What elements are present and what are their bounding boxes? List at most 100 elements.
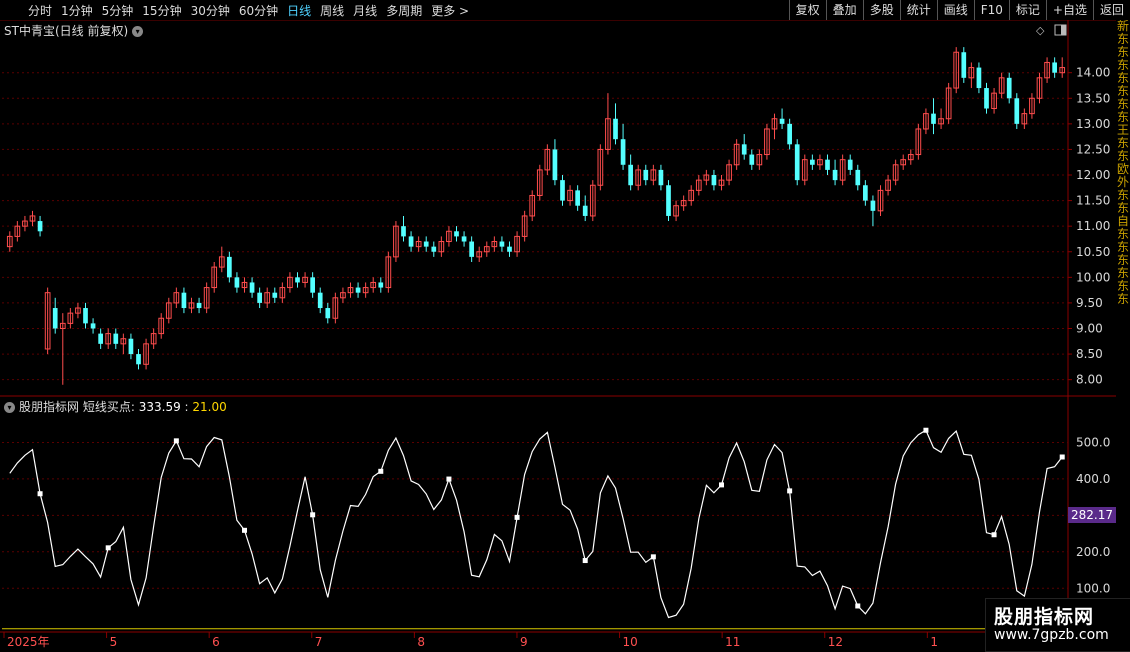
- candle-body: [976, 67, 982, 89]
- buy-point-marker: [310, 512, 316, 518]
- candle-body: [863, 185, 868, 201]
- indicator-tick-label: 100.0: [1076, 581, 1110, 595]
- candle-body: [749, 154, 755, 165]
- candle-body: [128, 338, 134, 355]
- buy-point-marker: [242, 527, 247, 533]
- watermark-url: www.7gpzb.com: [994, 627, 1109, 643]
- candle-body: [855, 169, 861, 186]
- candle-body: [196, 302, 202, 309]
- period-tab[interactable]: 更多 >: [431, 2, 469, 19]
- candle-body: [83, 308, 88, 324]
- stock-title: ST中青宝(日线 前复权): [4, 24, 129, 38]
- price-tick-label: 10.00: [1076, 270, 1110, 284]
- top-toolbar: 分时 1分钟 5分钟 15分钟 30分钟 60分钟 日线 周线 月线 多周期 更多 > 复权 叠加 多股…: [0, 0, 1130, 21]
- candle-body: [984, 88, 989, 109]
- candle-body: [113, 333, 119, 344]
- current-value-badge: 282.17: [1068, 507, 1116, 523]
- price-tick-label: 11.50: [1076, 194, 1110, 208]
- period-tab[interactable]: 多周期: [386, 2, 422, 19]
- date-label: 9: [520, 635, 528, 649]
- chevron-down-icon[interactable]: ▾: [4, 402, 15, 413]
- buy-point-marker: [582, 558, 588, 564]
- period-tab[interactable]: 1分钟: [61, 2, 93, 19]
- price-tick-label: 13.50: [1076, 91, 1110, 105]
- candle-body: [136, 354, 141, 365]
- buy-point-marker: [991, 532, 997, 538]
- indicator-name: 短线买点:: [82, 400, 135, 414]
- toolbar-button[interactable]: +自选: [1045, 0, 1093, 20]
- toolbar-button[interactable]: 叠加: [825, 0, 863, 20]
- candle-body: [317, 292, 323, 309]
- candle-body: [560, 180, 565, 201]
- candle-body: [461, 236, 467, 242]
- kline-chart[interactable]: 14.00 13.50 13.00 12.50 12.00 11.50 11.00 10.50…: [0, 20, 1130, 650]
- period-tab[interactable]: 日线: [287, 2, 311, 19]
- buy-point-marker: [446, 476, 452, 482]
- period-tab[interactable]: 30分钟: [191, 2, 230, 19]
- date-label: 8: [417, 635, 425, 649]
- period-tab[interactable]: 5分钟: [102, 2, 134, 19]
- indicator-value1: 333.59: [138, 400, 181, 414]
- period-tabs: 分时 1分钟 5分钟 15分钟 30分钟 60分钟 日线 周线 月线 多周期 更多 >: [28, 2, 469, 19]
- candle-body: [794, 144, 800, 181]
- chevron-down-icon[interactable]: ▾: [132, 26, 144, 37]
- period-tab[interactable]: 60分钟: [239, 2, 278, 19]
- candle-body: [961, 52, 967, 78]
- price-tick-label: 9.00: [1076, 321, 1103, 335]
- candle-body: [310, 277, 315, 293]
- indicator-tick-label: 400.0: [1076, 472, 1110, 486]
- period-tab[interactable]: 月线: [353, 2, 377, 19]
- buy-point-marker: [855, 603, 861, 609]
- candle-body: [666, 185, 671, 216]
- buy-point-marker: [923, 427, 929, 433]
- watermark-title: 股朋指标网: [994, 606, 1095, 628]
- layout-toggle-icon-fill: [1061, 25, 1066, 35]
- candle-body: [295, 277, 300, 283]
- candle-body: [90, 323, 96, 329]
- candle-body: [37, 221, 43, 232]
- toolbar-button[interactable]: 标记: [1008, 0, 1046, 20]
- candle-body: [779, 118, 785, 124]
- candle-body: [658, 169, 664, 186]
- toolbar-button[interactable]: 复权: [788, 0, 826, 20]
- period-tab[interactable]: 分时: [28, 2, 52, 19]
- price-tick-label: 8.00: [1076, 373, 1103, 387]
- period-tab[interactable]: 周线: [320, 2, 344, 19]
- toolbar-button[interactable]: F10: [973, 0, 1009, 20]
- candle-body: [870, 200, 876, 211]
- toolbar-button[interactable]: 返回: [1092, 0, 1130, 20]
- candle-body: [1052, 62, 1057, 73]
- buy-point-marker: [173, 438, 179, 444]
- date-label: 11: [725, 635, 740, 649]
- candle-body: [499, 241, 505, 247]
- price-tick-label: 11.00: [1076, 219, 1110, 233]
- indicator-source: 股朋指标网: [19, 400, 80, 414]
- candle-body: [825, 159, 830, 170]
- date-label: 6: [212, 635, 220, 649]
- candle-body: [847, 159, 853, 170]
- right-panel-edge: 新东东东东东东东王东东欧外东东自东东东东东东: [1116, 20, 1130, 650]
- period-tab[interactable]: 15分钟: [142, 2, 181, 19]
- candle-body: [575, 190, 580, 206]
- date-label: 10: [623, 635, 638, 649]
- diamond-icon[interactable]: ◇: [1036, 24, 1045, 37]
- candle-body: [613, 118, 618, 140]
- candle-body: [628, 164, 633, 186]
- candle-body: [181, 292, 187, 309]
- buy-point-marker: [1059, 454, 1065, 460]
- candle-body: [98, 333, 103, 344]
- toolbar-button[interactable]: 多股: [862, 0, 900, 20]
- candle-body: [810, 159, 815, 165]
- price-tick-label: 8.50: [1076, 347, 1103, 361]
- date-label: 1: [930, 635, 938, 649]
- candle-body: [643, 169, 649, 181]
- candle-body: [325, 308, 331, 319]
- buy-point-marker: [37, 491, 43, 497]
- indicator-title: ▾ 股朋指标网 短线买点: 333.59 : 21.00: [4, 398, 227, 415]
- candle-body: [227, 256, 232, 278]
- candle-body: [711, 175, 717, 186]
- price-tick-label: 14.00: [1076, 66, 1110, 80]
- toolbar-button[interactable]: 画线: [936, 0, 974, 20]
- toolbar-button[interactable]: 统计: [899, 0, 937, 20]
- candle-body: [454, 231, 459, 237]
